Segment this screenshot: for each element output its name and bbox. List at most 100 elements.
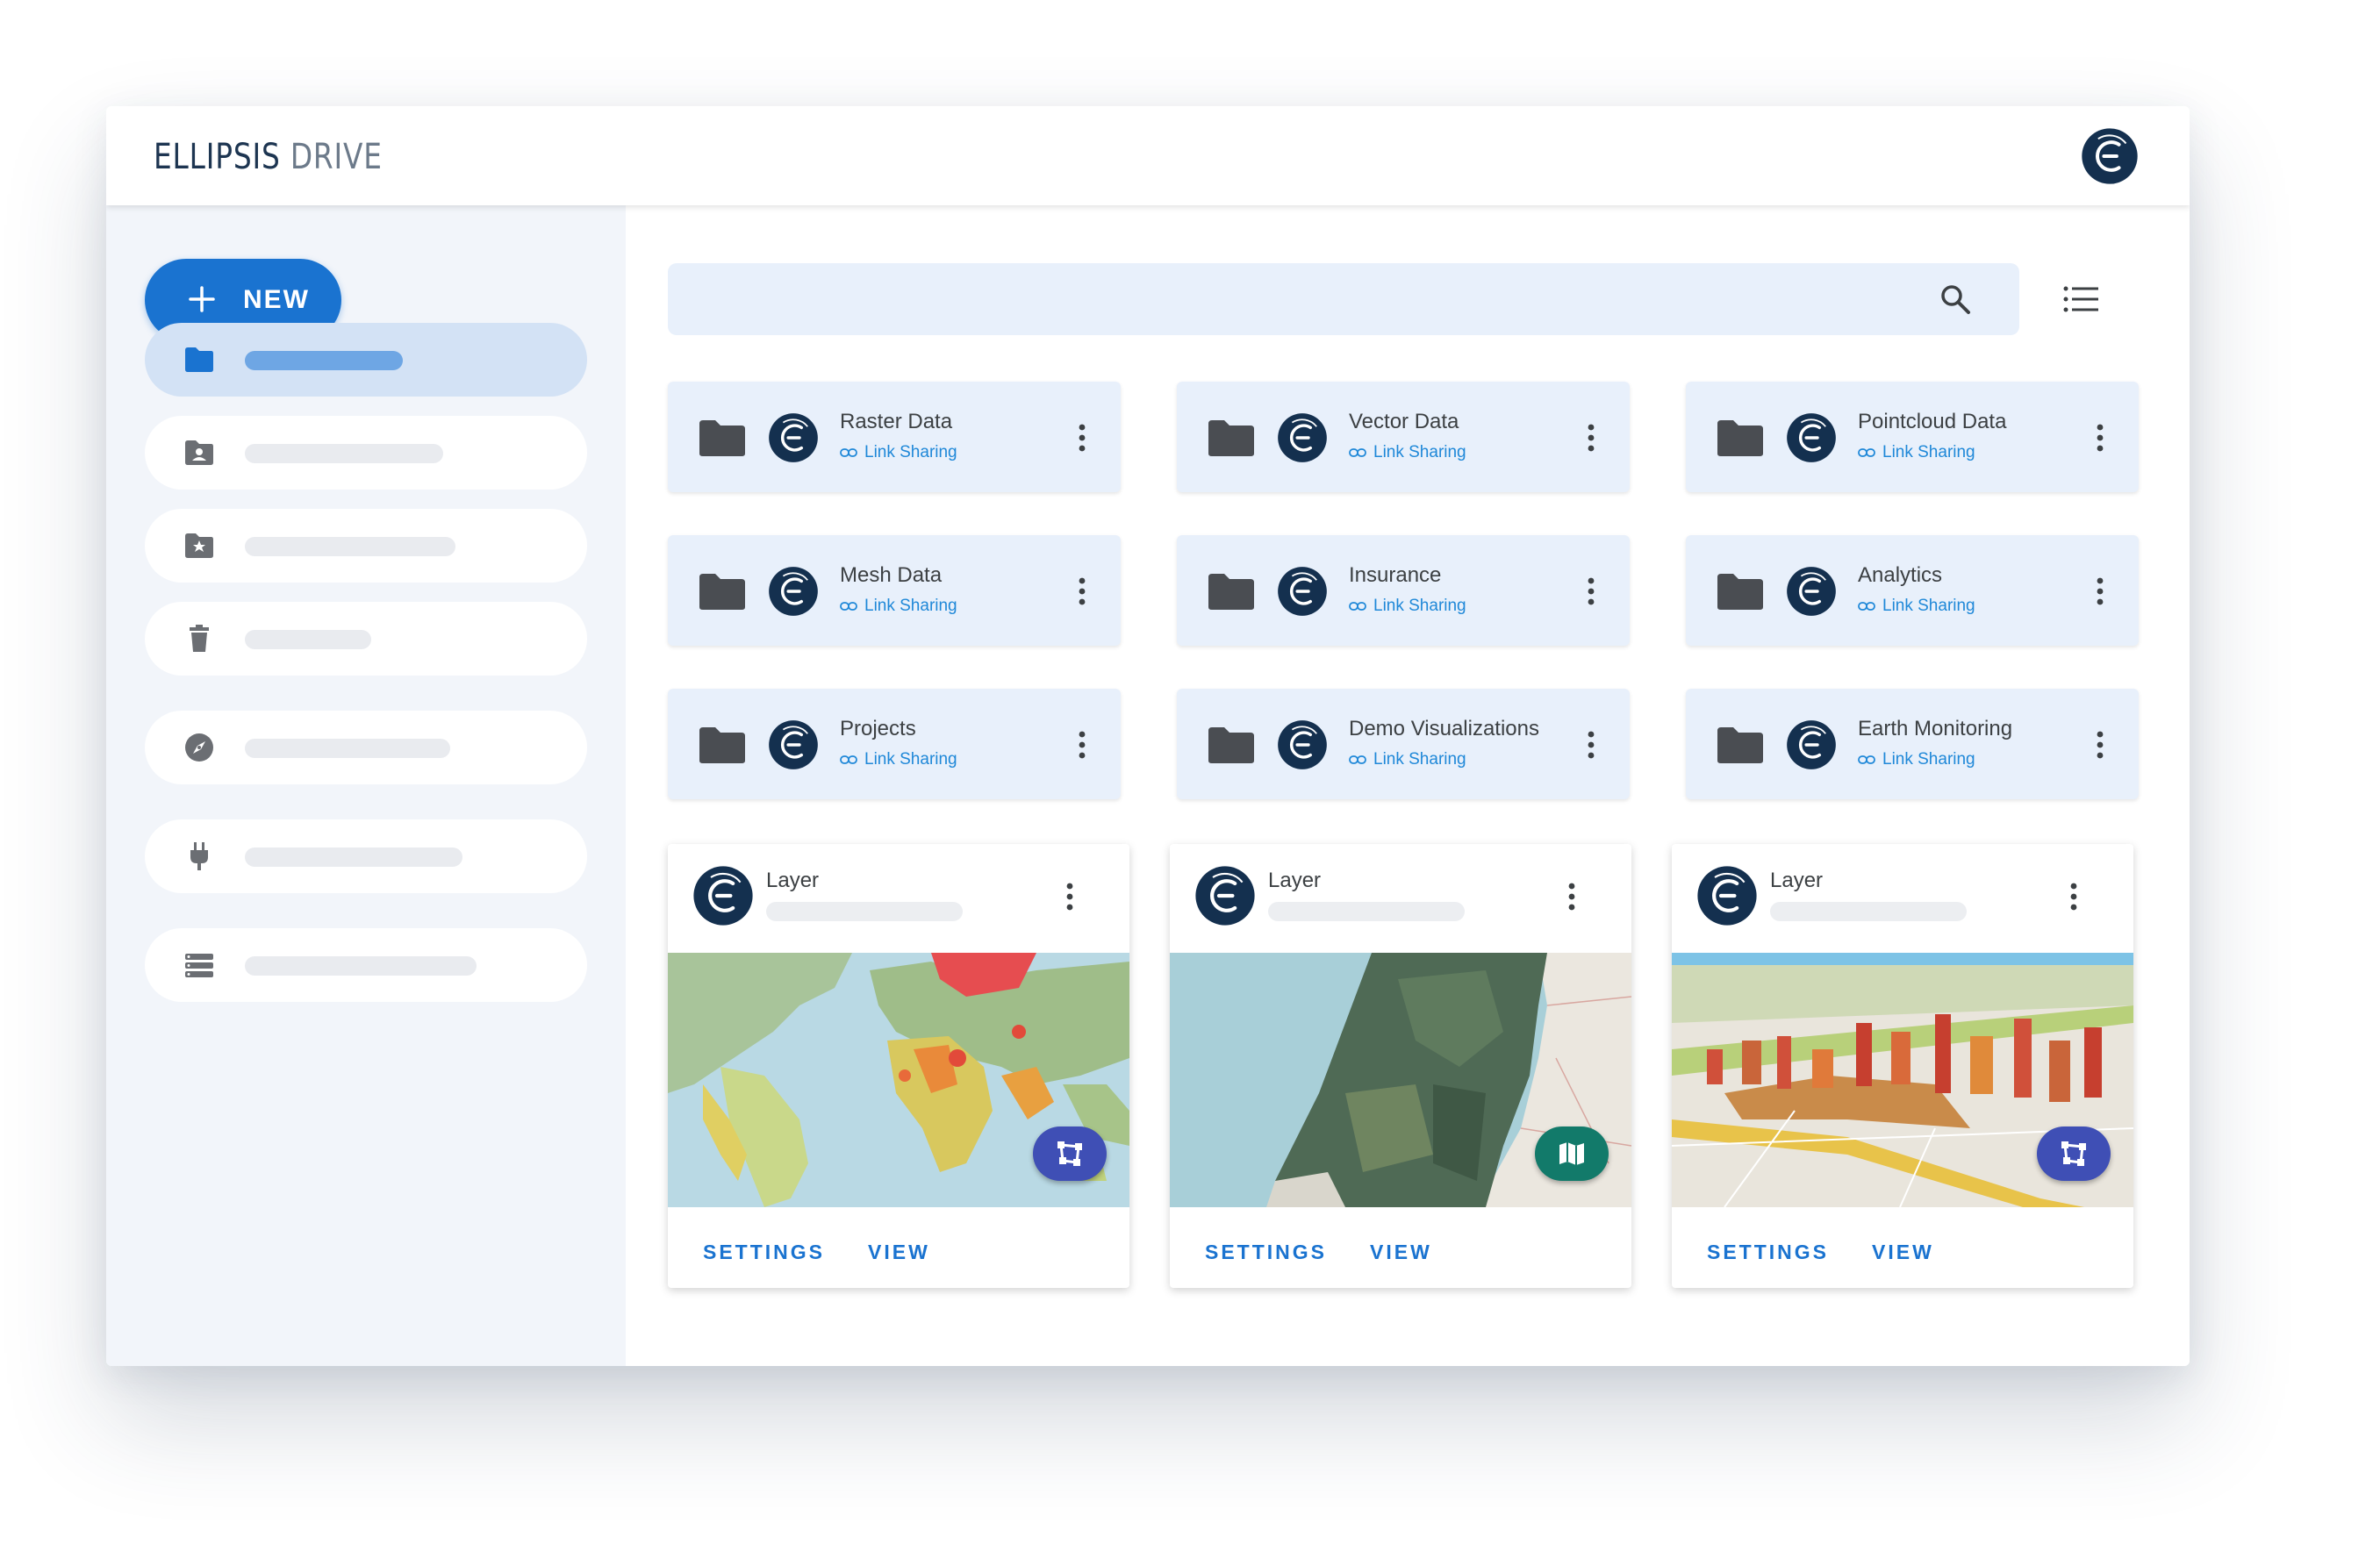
storage-icon — [185, 954, 213, 977]
link-sharing-label[interactable]: Link Sharing — [840, 443, 957, 462]
ellipsis-logo-icon — [1194, 865, 1256, 926]
folder-icon — [1207, 726, 1256, 764]
link-sharing-label[interactable]: Link Sharing — [840, 750, 957, 769]
new-button-label: NEW — [243, 285, 310, 314]
link-sharing-label[interactable]: Link Sharing — [1349, 597, 1466, 616]
link-sharing-text: Link Sharing — [864, 597, 957, 615]
list-view-icon[interactable] — [2063, 284, 2098, 314]
link-icon — [1349, 601, 1366, 612]
sidebar-item-trash[interactable] — [145, 602, 587, 676]
folder-name: Projects — [840, 717, 916, 740]
link-icon — [1858, 755, 1875, 765]
polygon-edit-icon — [2061, 1141, 2086, 1166]
more-vert-icon[interactable] — [2070, 883, 2077, 911]
starred-folder-icon — [185, 533, 213, 558]
link-sharing-label[interactable]: Link Sharing — [1349, 750, 1466, 769]
sidebar-item-starred[interactable] — [145, 509, 587, 583]
sidebar-item-integrations[interactable] — [145, 819, 587, 893]
open-map-fab[interactable] — [1535, 1126, 1609, 1181]
layer-card[interactable]: Layer SETTINGS VIEW — [1170, 844, 1631, 1288]
ellipsis-logo-icon — [1786, 412, 1837, 463]
layer-title: Layer — [1268, 869, 1322, 892]
search-bar — [668, 263, 2019, 335]
more-vert-icon[interactable] — [1079, 577, 1086, 605]
more-vert-icon[interactable] — [1568, 883, 1575, 911]
settings-button[interactable]: SETTINGS — [1205, 1241, 1327, 1264]
search-icon[interactable] — [1939, 283, 1972, 316]
ellipsis-logo-icon — [768, 719, 819, 770]
edit-layer-fab[interactable] — [2037, 1126, 2111, 1181]
top-bar: ELLIPSIS DRIVE — [106, 106, 2190, 205]
logo-primary-text: ELLIPSIS — [154, 137, 281, 177]
app-logo[interactable]: ELLIPSIS DRIVE — [154, 132, 433, 182]
folder-name: Raster Data — [840, 410, 953, 433]
search-input[interactable] — [689, 275, 1921, 325]
link-icon — [840, 755, 857, 765]
folder-icon — [1716, 726, 1765, 764]
folder-card[interactable]: Raster Data Link Sharing — [668, 382, 1121, 492]
sidebar-item-shared[interactable] — [145, 416, 587, 490]
polygon-edit-icon — [1057, 1141, 1082, 1166]
folder-name: Mesh Data — [840, 563, 943, 587]
sidebar-item-label-placeholder — [245, 630, 371, 649]
folder-card[interactable]: Mesh Data Link Sharing — [668, 535, 1121, 646]
edit-layer-fab[interactable] — [1033, 1126, 1107, 1181]
link-sharing-text: Link Sharing — [1373, 597, 1466, 615]
logo-secondary-text: DRIVE — [290, 137, 383, 177]
folder-icon — [185, 347, 213, 372]
ellipsis-logo-icon — [1277, 719, 1328, 770]
more-vert-icon[interactable] — [1066, 883, 1073, 911]
view-button[interactable]: VIEW — [1872, 1241, 1934, 1264]
link-sharing-text: Link Sharing — [1882, 443, 1975, 461]
folder-icon — [1207, 418, 1256, 457]
view-button[interactable]: VIEW — [868, 1241, 930, 1264]
ellipsis-logo-icon — [768, 566, 819, 617]
layer-subtitle-placeholder — [1770, 902, 1967, 921]
settings-button[interactable]: SETTINGS — [703, 1241, 825, 1264]
compass-icon — [185, 733, 213, 762]
folder-icon — [698, 572, 747, 611]
link-sharing-label[interactable]: Link Sharing — [1858, 443, 1975, 462]
view-button[interactable]: VIEW — [1370, 1241, 1432, 1264]
ellipsis-logo-icon[interactable] — [2081, 127, 2139, 185]
more-vert-icon[interactable] — [1588, 577, 1595, 605]
settings-button[interactable]: SETTINGS — [1707, 1241, 1829, 1264]
sidebar-item-label-placeholder — [245, 444, 443, 463]
shared-folder-icon — [185, 440, 213, 465]
more-vert-icon[interactable] — [1588, 731, 1595, 759]
link-sharing-label[interactable]: Link Sharing — [1858, 597, 1975, 616]
link-sharing-label[interactable]: Link Sharing — [1858, 750, 1975, 769]
folder-card[interactable]: Insurance Link Sharing — [1177, 535, 1630, 646]
more-vert-icon[interactable] — [2097, 577, 2104, 605]
sidebar-item-storage[interactable] — [145, 928, 587, 1002]
link-sharing-label[interactable]: Link Sharing — [840, 597, 957, 616]
link-sharing-text: Link Sharing — [864, 443, 957, 461]
sidebar-item-label-placeholder — [245, 351, 403, 370]
link-sharing-text: Link Sharing — [1882, 597, 1975, 615]
more-vert-icon[interactable] — [1079, 424, 1086, 452]
more-vert-icon[interactable] — [2097, 731, 2104, 759]
folder-icon — [698, 418, 747, 457]
layer-card[interactable]: Layer SETTINGS VIEW — [1672, 844, 2133, 1288]
folder-card[interactable]: Earth Monitoring Link Sharing — [1686, 689, 2139, 799]
sidebar-item-explore[interactable] — [145, 711, 587, 784]
more-vert-icon[interactable] — [2097, 424, 2104, 452]
folder-card[interactable]: Vector Data Link Sharing — [1177, 382, 1630, 492]
folder-card[interactable]: Pointcloud Data Link Sharing — [1686, 382, 2139, 492]
layer-card[interactable]: Layer SETTINGS VIEW — [668, 844, 1129, 1288]
ellipsis-logo-icon — [768, 412, 819, 463]
link-sharing-text: Link Sharing — [1373, 443, 1466, 461]
layer-title: Layer — [766, 869, 820, 892]
sidebar-item-my-drive[interactable] — [145, 323, 587, 397]
layer-subtitle-placeholder — [1268, 902, 1465, 921]
folder-icon — [698, 726, 747, 764]
folder-icon — [1207, 572, 1256, 611]
more-vert-icon[interactable] — [1588, 424, 1595, 452]
more-vert-icon[interactable] — [1079, 731, 1086, 759]
ellipsis-logo-icon — [1277, 566, 1328, 617]
folder-card[interactable]: Analytics Link Sharing — [1686, 535, 2139, 646]
folder-card[interactable]: Demo Visualizations Link Sharing — [1177, 689, 1630, 799]
link-sharing-label[interactable]: Link Sharing — [1349, 443, 1466, 462]
plug-icon — [190, 842, 208, 870]
folder-card[interactable]: Projects Link Sharing — [668, 689, 1121, 799]
